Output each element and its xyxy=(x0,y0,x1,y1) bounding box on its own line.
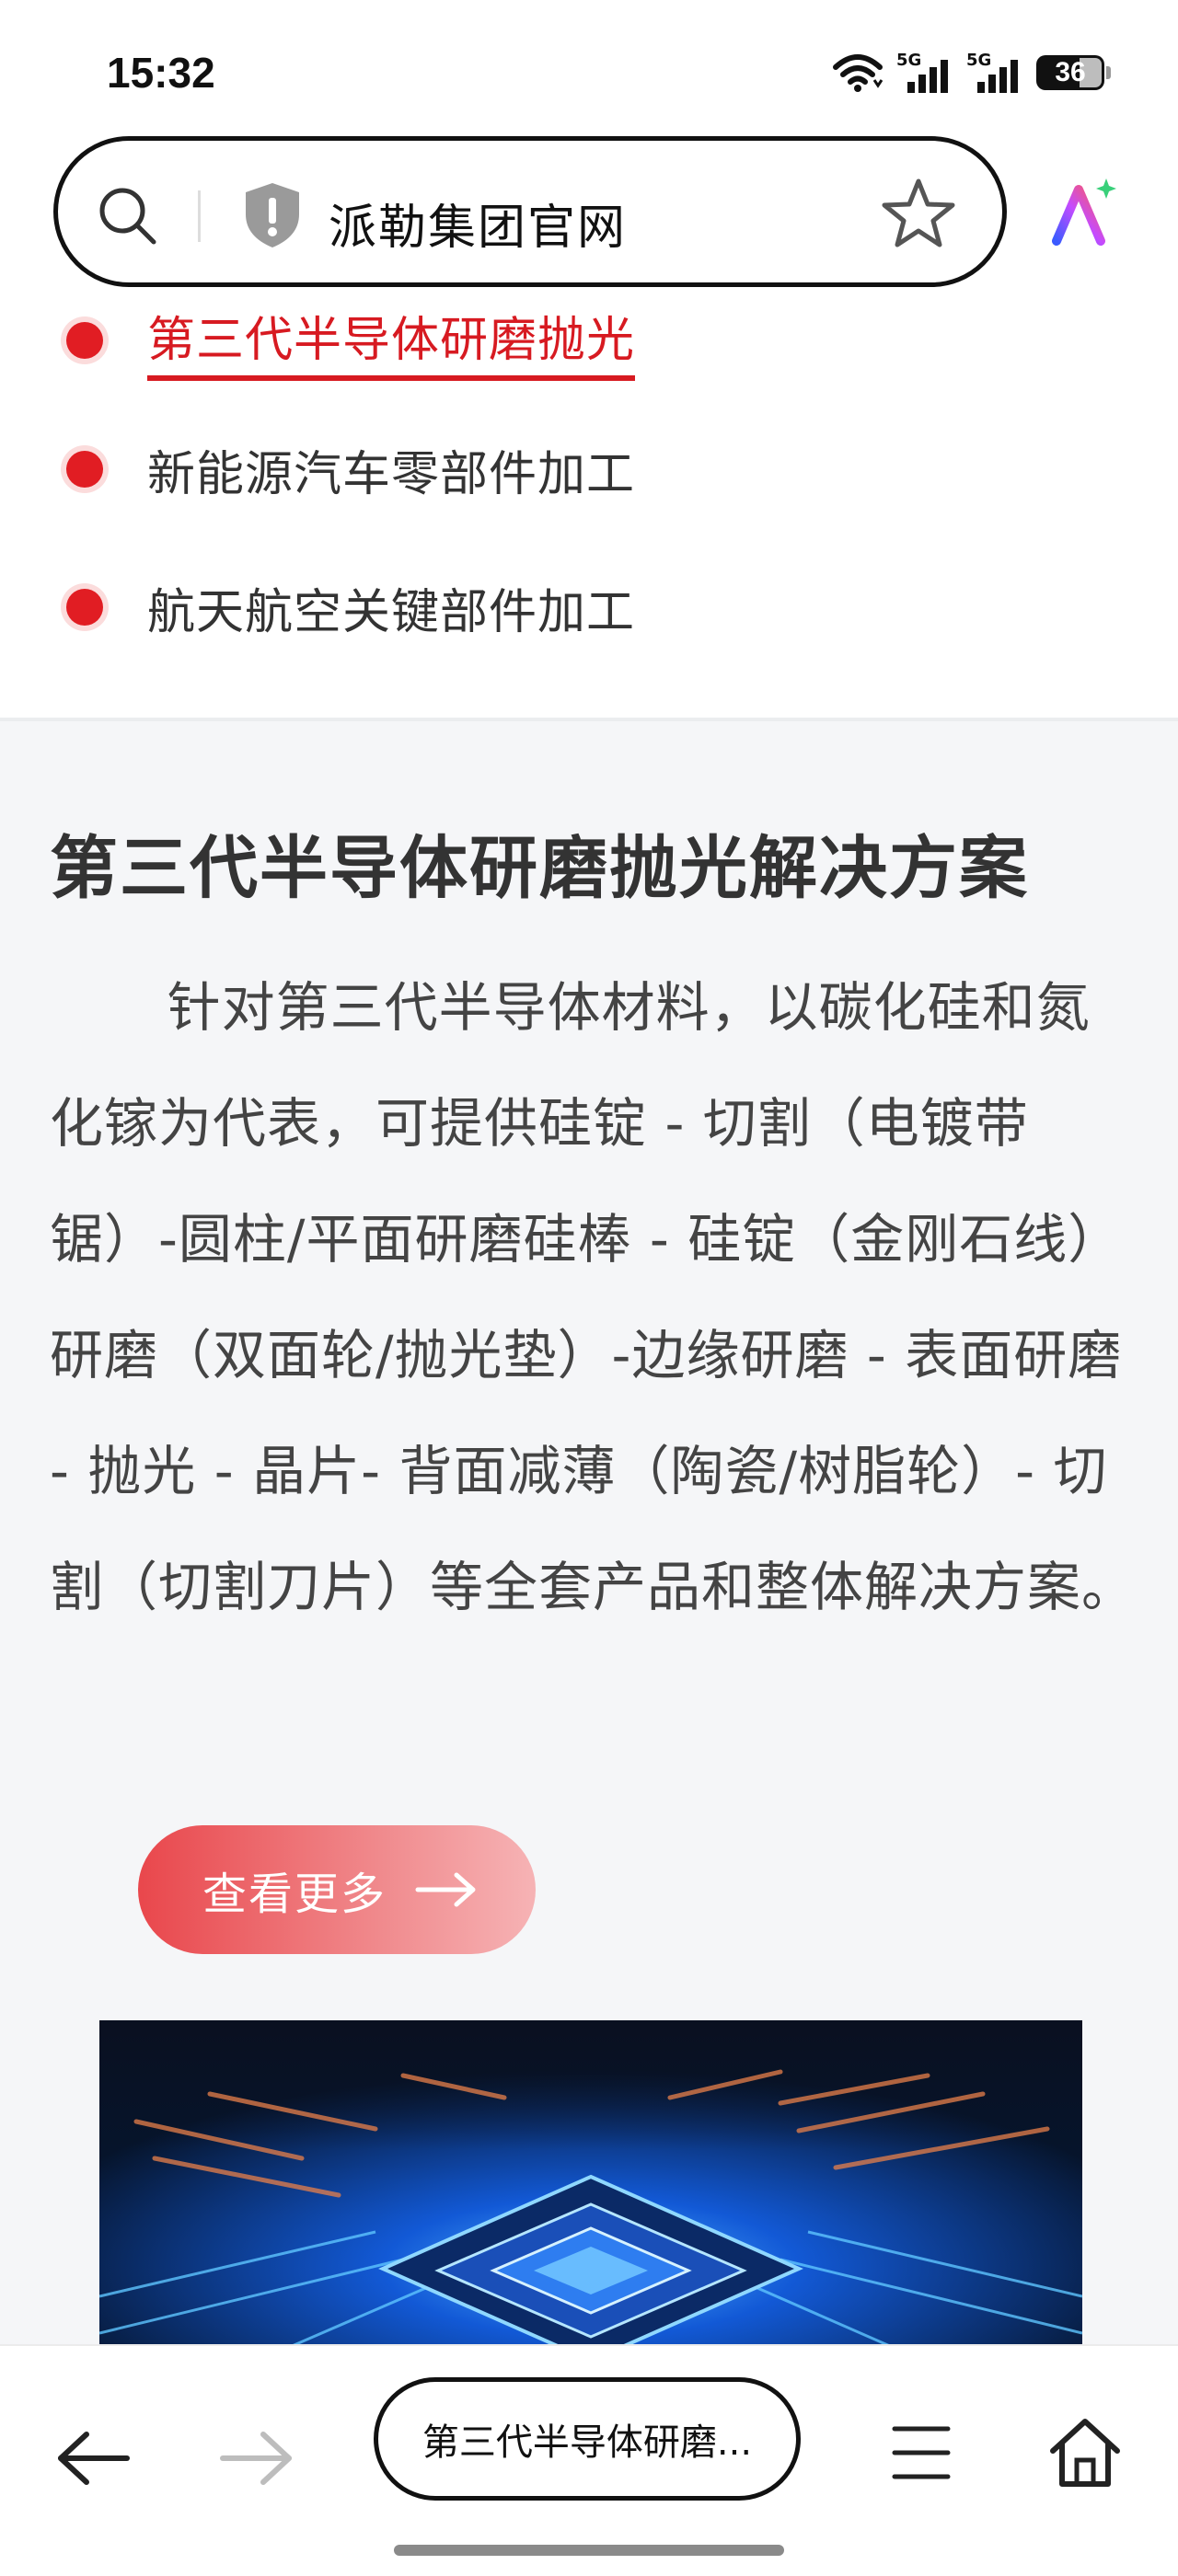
list-item[interactable]: 第三代半导体研磨抛光 xyxy=(66,304,636,381)
battery-icon: 36 xyxy=(1036,55,1111,90)
list-item-label[interactable]: 新能源汽车零部件加工 xyxy=(147,435,635,504)
home-icon[interactable] xyxy=(1047,2414,1123,2490)
solution-section: 第三代半导体研磨抛光解决方案 针对第三代半导体材料，以碳化硅和氮化镓为代表，可提… xyxy=(0,718,1178,2350)
ai-assistant-icon[interactable] xyxy=(1047,175,1121,248)
section-title: 第三代半导体研磨抛光解决方案 xyxy=(50,829,1029,908)
wifi-icon xyxy=(833,54,884,92)
bottom-navigation: 第三代半导体研磨... xyxy=(0,2344,1178,2576)
cellular-signal-2: 5G xyxy=(966,51,1023,95)
list-item-label[interactable]: 航天航空关键部件加工 xyxy=(147,573,635,642)
cellular-signal-1: 5G xyxy=(896,51,953,95)
list-item[interactable]: 新能源汽车零部件加工 xyxy=(66,432,635,506)
arrow-right-icon xyxy=(415,1872,476,1907)
menu-icon[interactable] xyxy=(891,2420,952,2486)
current-tab-button[interactable]: 第三代半导体研磨... xyxy=(374,2377,801,2501)
shield-icon[interactable] xyxy=(240,179,305,251)
bullet-dot-icon xyxy=(66,589,103,626)
status-bar: 15:32 5G 5G 36 xyxy=(0,0,1178,138)
category-list: 第三代半导体研磨抛光 新能源汽车零部件加工 航天航空关键部件加工 xyxy=(0,302,1178,718)
semiconductor-chip-image xyxy=(99,2020,1082,2350)
view-more-label: 查看更多 xyxy=(202,1869,387,1920)
list-item[interactable]: 航天航空关键部件加工 xyxy=(66,570,635,644)
home-indicator[interactable] xyxy=(394,2545,784,2556)
status-time: 15:32 xyxy=(107,49,215,97)
search-icon[interactable] xyxy=(93,181,161,249)
bullet-dot-icon xyxy=(66,322,103,359)
address-divider xyxy=(198,190,201,242)
list-item-label[interactable]: 第三代半导体研磨抛光 xyxy=(147,302,636,381)
current-tab-title: 第三代半导体研磨... xyxy=(422,2421,753,2464)
back-arrow-icon[interactable] xyxy=(55,2429,133,2488)
bullet-dot-icon xyxy=(66,451,103,488)
view-more-button[interactable]: 查看更多 xyxy=(138,1825,536,1954)
forward-arrow-icon[interactable] xyxy=(217,2429,294,2488)
address-bar[interactable]: 派勒集团官网 xyxy=(53,136,1007,287)
section-description: 针对第三代半导体材料，以碳化硅和氮化镓为代表，可提供硅锭 - 切割（电镀带锯）-… xyxy=(50,976,1137,1618)
status-icons: 5G 5G 36 xyxy=(832,50,1111,96)
address-site-name[interactable]: 派勒集团官网 xyxy=(329,189,627,258)
star-icon[interactable] xyxy=(881,176,956,251)
